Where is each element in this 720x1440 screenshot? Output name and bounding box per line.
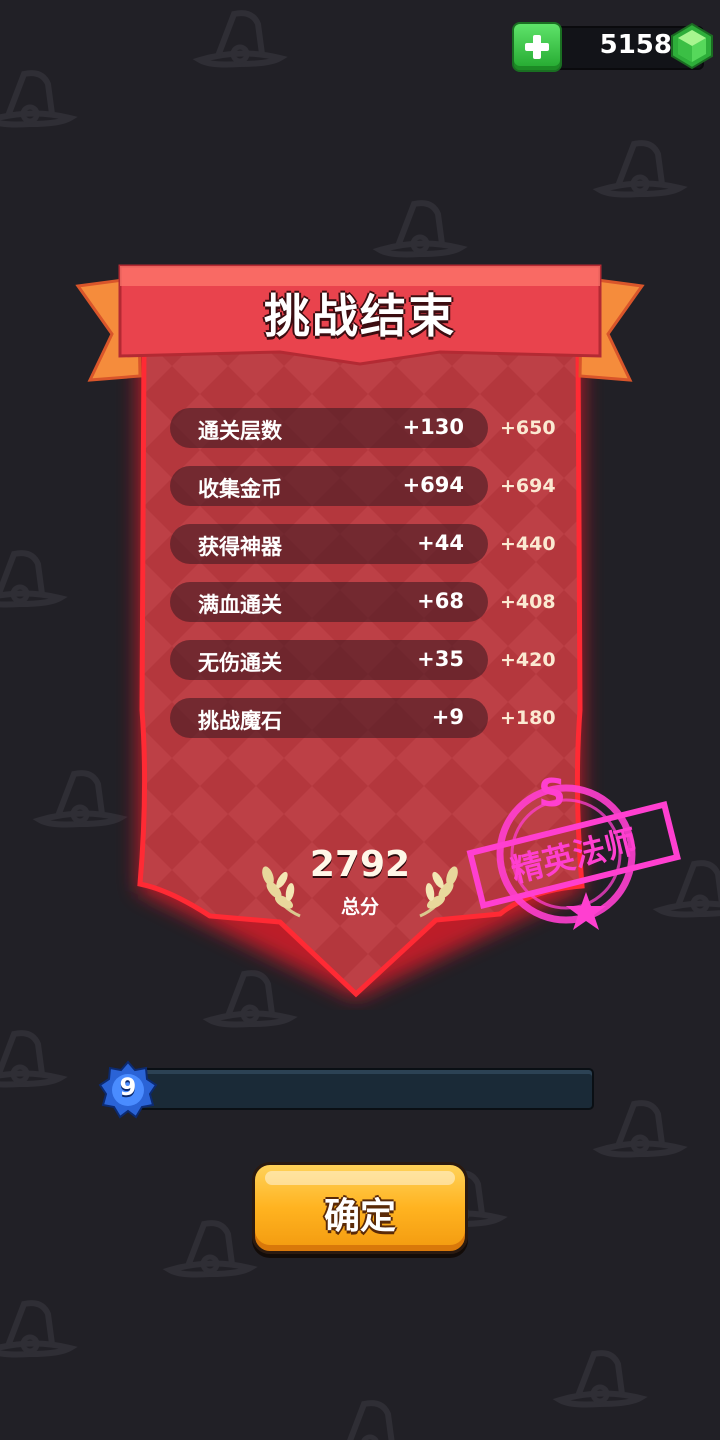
row-points: +180 [500, 707, 556, 729]
row-value: +130 [402, 415, 464, 439]
row-value: +694 [402, 473, 464, 497]
green-gem-icon [671, 22, 713, 70]
row-value: +44 [417, 531, 464, 555]
row-label: 无伤通关 [198, 651, 282, 675]
row-value: +68 [417, 589, 464, 613]
page-title: 挑战结束 [264, 289, 456, 343]
level-progress-bar: 9 [98, 1060, 598, 1120]
row-value: +9 [431, 705, 464, 729]
confirm-button[interactable]: 确定 [252, 1162, 468, 1254]
row-points: +694 [500, 475, 556, 497]
plus-icon[interactable] [512, 22, 562, 72]
row-label: 挑战魔石 [198, 709, 282, 733]
total-score: 2792 [309, 844, 411, 885]
score-row: 满血通关 +68 +408 [170, 582, 570, 622]
row-points: +408 [500, 591, 556, 613]
score-row: 收集金币 +694 +694 [170, 466, 570, 506]
row-label: 收集金币 [198, 477, 282, 501]
rank-stamp: 精英法师 S [466, 771, 681, 930]
row-points: +650 [500, 417, 556, 439]
row-points: +420 [500, 649, 556, 671]
score-row: 挑战魔石 +9 +180 [170, 698, 570, 738]
score-row: 通关层数 +130 +650 [170, 408, 570, 448]
total-score-block: 2792 总分 [250, 840, 470, 930]
row-label: 满血通关 [198, 593, 282, 617]
level-progress-track [136, 1068, 594, 1110]
row-label: 获得神器 [198, 535, 282, 559]
gem-count: 5158 [599, 30, 672, 60]
row-points: +440 [500, 533, 556, 555]
row-label: 通关层数 [198, 419, 282, 443]
level-number: 9 [119, 1073, 137, 1101]
total-score-label: 总分 [340, 896, 379, 918]
confirm-button-label: 确定 [323, 1196, 396, 1237]
gem-counter: 5158 [512, 22, 713, 72]
rank-grade: S [538, 771, 565, 815]
score-rows: 通关层数 +130 +650 收集金币 +694 +694 获得神器 +44 +… [170, 408, 570, 756]
score-row: 无伤通关 +35 +420 [170, 640, 570, 680]
row-value: +35 [417, 647, 464, 671]
score-row: 获得神器 +44 +440 [170, 524, 570, 564]
